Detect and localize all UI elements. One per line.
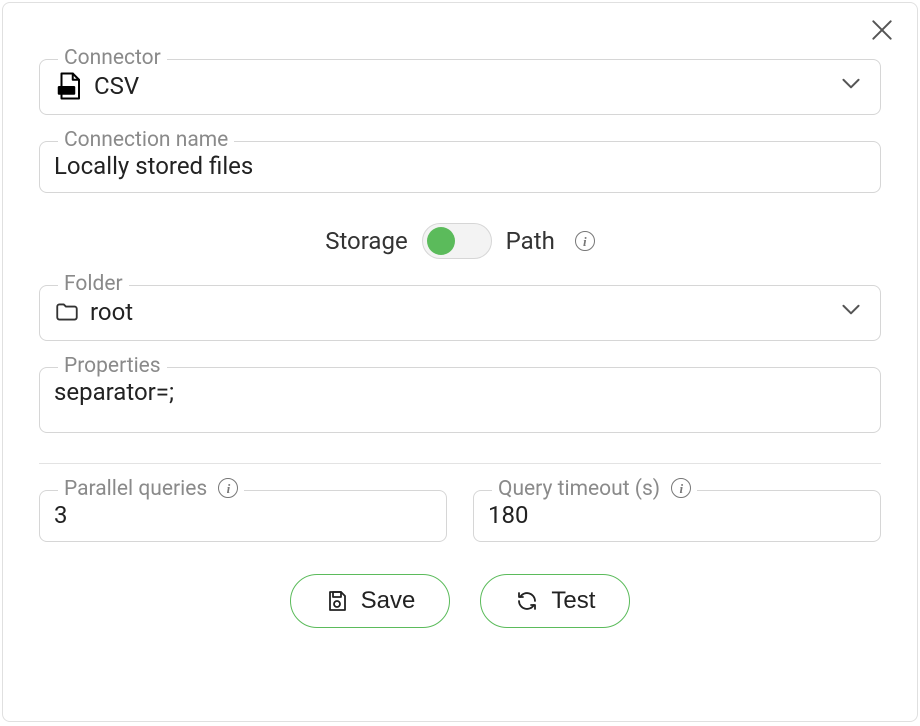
- folder-icon: [54, 299, 80, 325]
- toggle-knob: [427, 227, 455, 255]
- parallel-queries-label: Parallel queries i: [58, 477, 244, 501]
- storage-path-toggle-row: Storage Path i: [39, 223, 881, 259]
- query-timeout-label-text: Query timeout (s): [498, 477, 660, 501]
- folder-value: root: [90, 298, 830, 326]
- info-icon[interactable]: i: [575, 231, 595, 251]
- toggle-label-storage: Storage: [325, 227, 407, 255]
- csv-file-icon: CSV: [54, 71, 84, 101]
- parallel-queries-label-text: Parallel queries: [64, 477, 207, 501]
- properties-input[interactable]: [54, 378, 864, 406]
- info-icon[interactable]: i: [218, 478, 238, 498]
- query-timeout-input[interactable]: [488, 501, 864, 529]
- connector-value: CSV: [94, 72, 830, 100]
- folder-label: Folder: [58, 272, 129, 296]
- save-button-label: Save: [361, 587, 416, 615]
- button-row: Save Test: [39, 574, 881, 628]
- chevron-down-icon: [838, 296, 864, 328]
- info-icon[interactable]: i: [671, 478, 691, 498]
- svg-text:CSV: CSV: [60, 88, 74, 95]
- connection-name-label: Connection name: [58, 128, 234, 152]
- save-icon: [325, 589, 349, 613]
- save-button[interactable]: Save: [290, 574, 451, 628]
- query-timeout-field[interactable]: Query timeout (s) i: [473, 490, 881, 542]
- connection-dialog: Connector CSV CSV Connection name Storag…: [2, 2, 918, 722]
- test-button-label: Test: [551, 587, 595, 615]
- folder-select[interactable]: Folder root: [39, 285, 881, 341]
- properties-field[interactable]: Properties: [39, 367, 881, 433]
- connector-label: Connector: [58, 46, 167, 70]
- parallel-queries-field[interactable]: Parallel queries i: [39, 490, 447, 542]
- query-timeout-label: Query timeout (s) i: [492, 477, 697, 501]
- connection-name-input[interactable]: [54, 152, 864, 180]
- refresh-icon: [515, 589, 539, 613]
- connector-select[interactable]: Connector CSV CSV: [39, 59, 881, 115]
- parallel-queries-input[interactable]: [54, 501, 430, 529]
- connection-name-field[interactable]: Connection name: [39, 141, 881, 193]
- storage-path-toggle[interactable]: [422, 223, 492, 259]
- toggle-label-path: Path: [506, 227, 555, 255]
- test-button[interactable]: Test: [480, 574, 630, 628]
- chevron-down-icon: [838, 70, 864, 102]
- close-icon[interactable]: [869, 17, 897, 45]
- properties-label: Properties: [58, 354, 167, 378]
